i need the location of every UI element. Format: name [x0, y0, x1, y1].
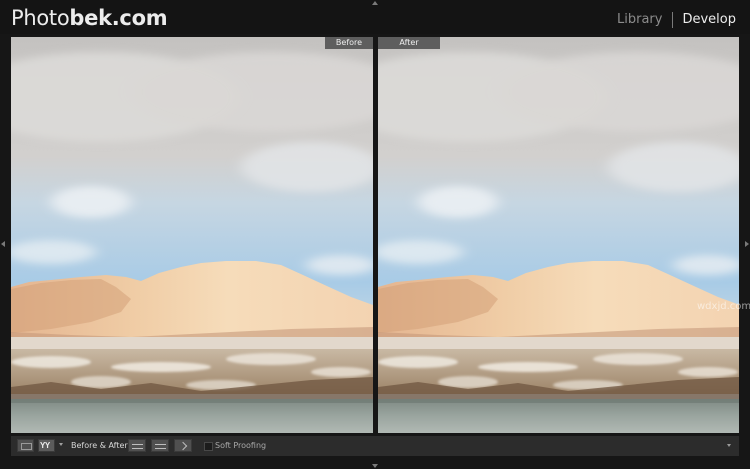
soft-proofing-checkbox[interactable]	[204, 442, 213, 451]
view-mode-dropdown-icon[interactable]	[59, 443, 63, 446]
loupe-view-button[interactable]	[17, 439, 34, 452]
copy-settings-icon	[155, 444, 166, 449]
bottom-panel-toggle-icon[interactable]	[372, 464, 378, 468]
before-after-view-icon: YY	[40, 441, 50, 450]
after-view[interactable]: After	[378, 37, 739, 433]
right-panel-toggle-icon[interactable]	[745, 241, 749, 247]
before-photo	[11, 37, 373, 433]
toolbar-content-menu-icon[interactable]	[727, 444, 731, 447]
swap-before-after-button[interactable]	[174, 439, 192, 452]
module-separator	[672, 12, 674, 28]
module-develop[interactable]: Develop	[682, 10, 736, 30]
left-panel-toggle-icon[interactable]	[1, 241, 5, 247]
swap-icon	[178, 441, 188, 451]
copy-before-to-after-button[interactable]	[128, 439, 146, 452]
top-panel-toggle-icon[interactable]	[372, 1, 378, 5]
after-photo	[378, 37, 739, 433]
before-view[interactable]: Before	[11, 37, 373, 433]
soft-proofing-label: Soft Proofing	[215, 441, 267, 450]
site-logo: Photobek.com	[11, 6, 168, 30]
after-label: After	[378, 37, 440, 49]
module-picker: Library Develop	[617, 10, 736, 30]
module-library[interactable]: Library	[617, 10, 662, 30]
before-label: Before	[325, 37, 373, 49]
copy-after-to-before-button[interactable]	[151, 439, 169, 452]
before-after-view-button[interactable]: YY	[38, 439, 55, 452]
bottom-toolbar: YY Before & After : Soft Proofing	[11, 436, 739, 456]
logo-text-regular: Photo	[11, 6, 70, 30]
watermark-text: wdxjd.com	[697, 301, 750, 312]
logo-text-bold: bek.com	[69, 6, 168, 30]
top-bar: Photobek.com Library Develop	[0, 0, 750, 34]
before-after-label: Before & After :	[71, 441, 133, 450]
loupe-view-icon	[21, 443, 32, 450]
copy-settings-icon	[132, 444, 143, 449]
